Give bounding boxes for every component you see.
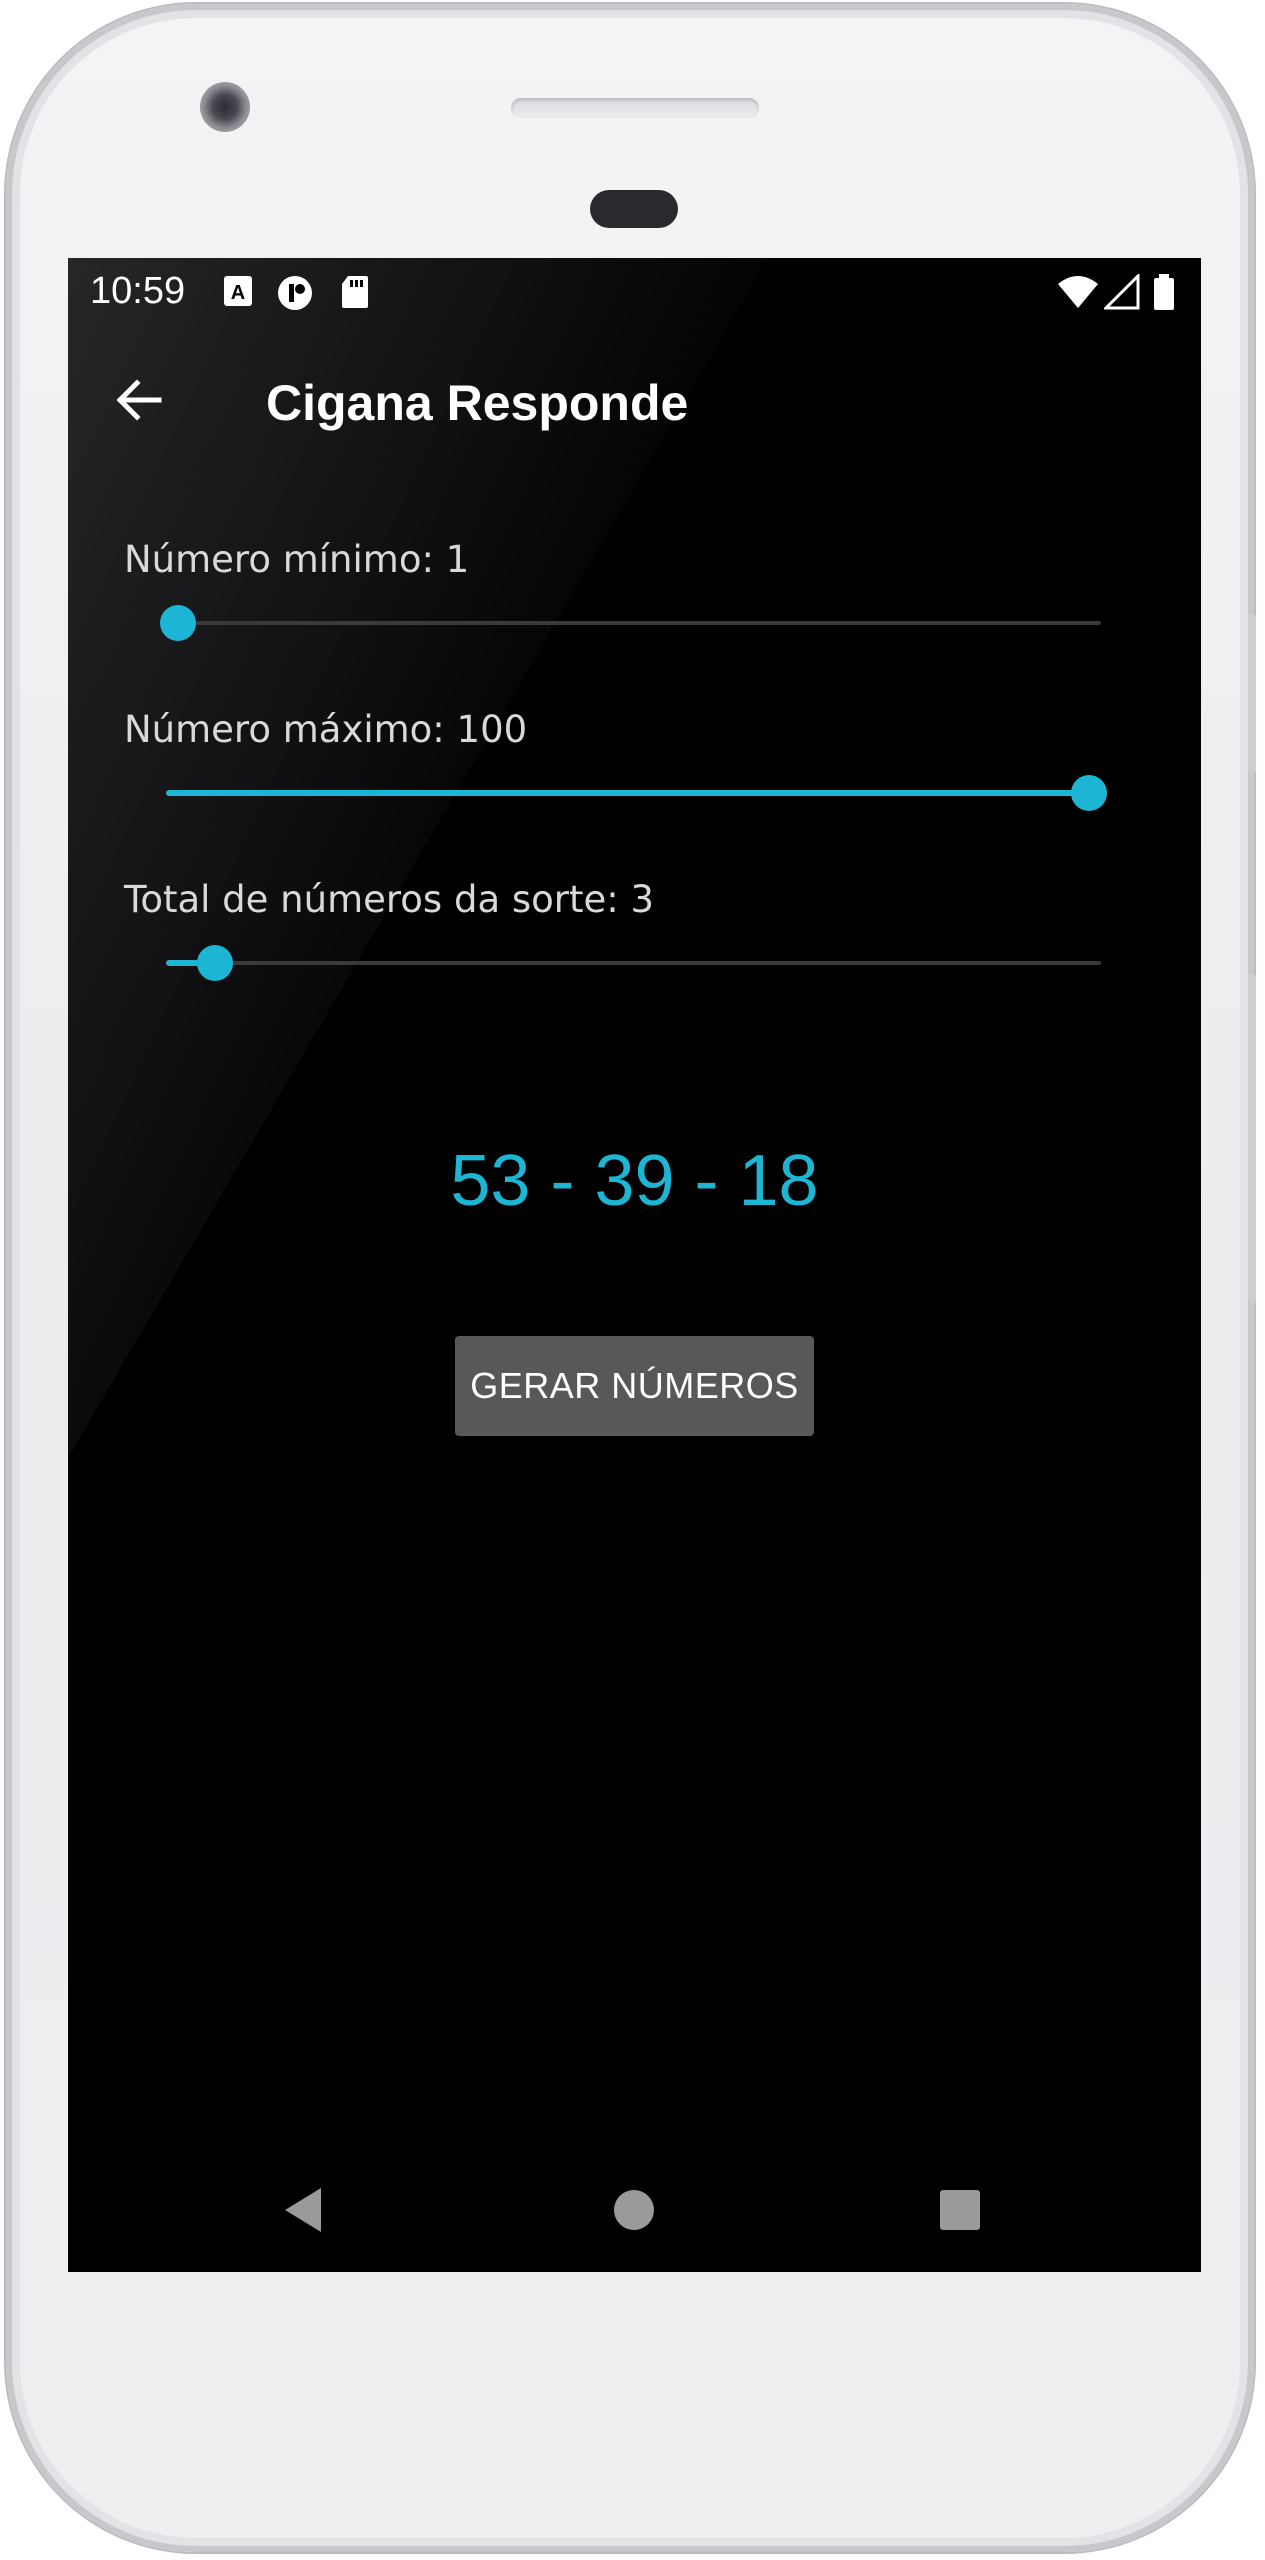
min-number-label: Número mínimo: 1 (124, 538, 470, 581)
status-bar: 10:59 A (68, 258, 1201, 328)
screen: 10:59 A Cigana Responde Número mínimo: 1… (68, 258, 1201, 2272)
lucky-count-slider[interactable] (166, 943, 1101, 983)
slider-thumb[interactable] (197, 945, 234, 981)
power-button (1248, 974, 1256, 1304)
volume-button (1248, 614, 1256, 774)
lucky-numbers-result: 53 - 39 - 18 (450, 1141, 819, 1221)
navigation-bar (68, 2148, 1201, 2272)
front-camera (200, 82, 250, 132)
slider-thumb[interactable] (160, 605, 196, 641)
lucky-count-label: Total de números da sorte: 3 (124, 878, 655, 921)
nav-back-button[interactable] (273, 2180, 333, 2240)
home-circle-icon (614, 2190, 654, 2230)
nav-home-button[interactable] (604, 2180, 664, 2240)
app-notification-icon (276, 274, 312, 310)
svg-text:A: A (231, 282, 245, 304)
arrow-back-icon (116, 379, 162, 421)
back-button[interactable] (108, 370, 168, 430)
slider-thumb[interactable] (1071, 775, 1107, 811)
wifi-icon (1056, 274, 1100, 310)
page-title: Cigana Responde (266, 375, 689, 431)
sd-card-icon (340, 274, 376, 310)
slider-fill (166, 790, 1089, 796)
nav-recents-button[interactable] (930, 2180, 990, 2240)
min-number-slider[interactable] (160, 603, 1101, 643)
battery-icon (1152, 274, 1176, 310)
max-number-slider[interactable] (166, 773, 1107, 813)
generate-numbers-button[interactable]: GERAR NÚMEROS (455, 1336, 814, 1436)
back-triangle-icon (285, 2188, 321, 2232)
slider-track (166, 621, 1101, 625)
signal-icon (1102, 272, 1140, 310)
proximity-sensor (590, 190, 678, 228)
a-notification-icon: A (222, 274, 258, 310)
status-time: 10:59 (90, 270, 186, 312)
phone-frame: 10:59 A Cigana Responde Número mínimo: 1… (6, 4, 1256, 2552)
recents-square-icon (940, 2190, 980, 2230)
slider-track (166, 961, 1101, 965)
earpiece-speaker (511, 98, 759, 118)
max-number-label: Número máximo: 100 (124, 708, 528, 751)
app-bar: Cigana Responde (68, 328, 1201, 488)
